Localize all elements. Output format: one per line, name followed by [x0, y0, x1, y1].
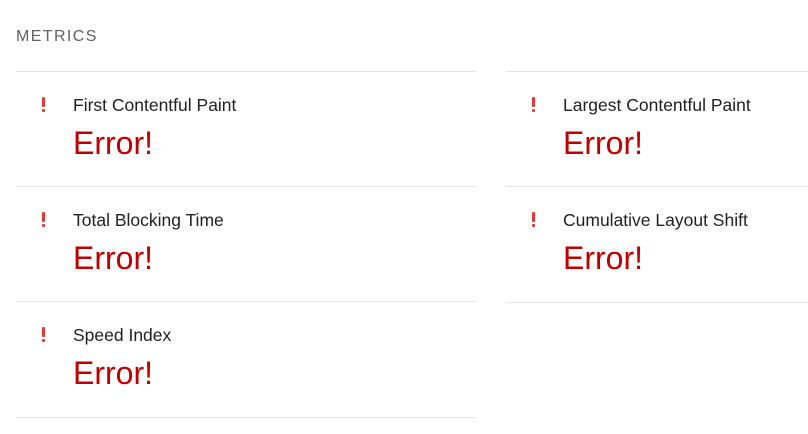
metrics-section-title: METRICS: [16, 28, 98, 45]
alert-icon: [40, 95, 48, 114]
alert-icon: [530, 210, 538, 229]
metric-largest-contentful-paint: Largest Contentful Paint Error!: [506, 71, 808, 186]
metric-total-blocking-time: Total Blocking Time Error!: [16, 186, 476, 301]
metric-title: Total Blocking Time: [73, 210, 224, 230]
metric-title: Largest Contentful Paint: [563, 95, 751, 115]
metric-first-contentful-paint: First Contentful Paint Error!: [16, 71, 476, 186]
metric-speed-index: Speed Index Error!: [16, 301, 476, 418]
alert-icon: [530, 95, 538, 114]
metric-title: Speed Index: [73, 325, 172, 345]
metrics-column-right: Largest Contentful Paint Error! Cumulati…: [506, 71, 808, 303]
alert-icon: [40, 325, 48, 344]
metric-value: Error!: [563, 125, 643, 161]
metric-title: First Contentful Paint: [73, 95, 237, 115]
alert-icon: [40, 210, 48, 229]
metric-cumulative-layout-shift: Cumulative Layout Shift Error!: [506, 186, 808, 303]
metric-value: Error!: [563, 240, 643, 276]
metric-value: Error!: [73, 240, 153, 276]
metric-value: Error!: [73, 355, 153, 391]
metric-title: Cumulative Layout Shift: [563, 210, 748, 230]
metrics-column-left: First Contentful Paint Error! Total Bloc…: [16, 71, 476, 418]
metric-value: Error!: [73, 125, 153, 161]
